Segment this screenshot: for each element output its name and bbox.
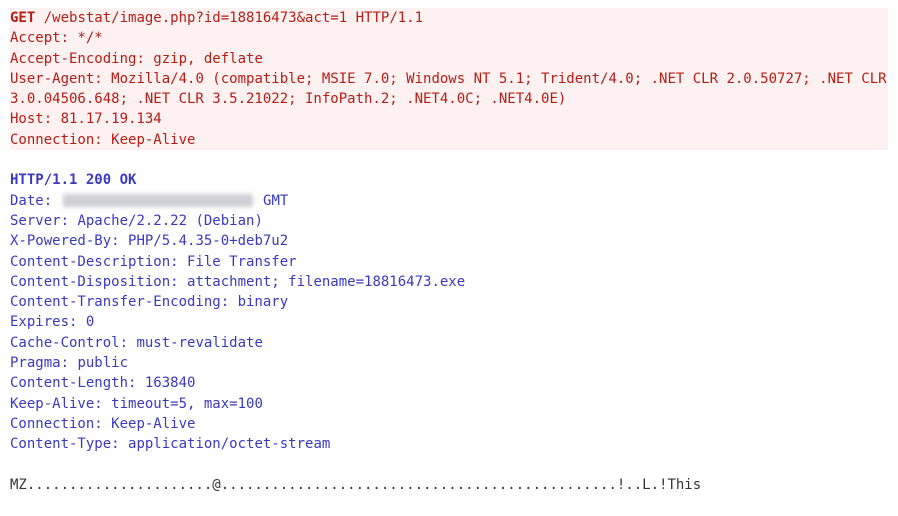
response-header-line: Server: Apache/2.2.22 (Debian): [10, 211, 888, 231]
header-name: Connection: [10, 416, 94, 432]
header-name: Content-Disposition: [10, 274, 170, 290]
response-header-line: Keep-Alive: timeout=5, max=100: [10, 394, 888, 414]
response-header-line: X-Powered-By: PHP/5.4.35-0+deb7u2: [10, 231, 888, 251]
response-header-line: Content-Length: 163840: [10, 373, 888, 393]
response-header-line: Pragma: public: [10, 353, 888, 373]
header-name: Accept: [10, 30, 61, 46]
request-header-line: Accept: */*: [10, 28, 888, 48]
response-header-line: Connection: Keep-Alive: [10, 414, 888, 434]
header-name: Content-Length: [10, 375, 128, 391]
header-value: public: [77, 355, 128, 371]
header-value: binary: [238, 294, 289, 310]
request-method: GET: [10, 10, 35, 26]
header-value: application/octet-stream: [128, 436, 330, 452]
header-value: 0: [86, 314, 94, 330]
header-value: */*: [77, 30, 102, 46]
header-name: X-Powered-By: [10, 233, 111, 249]
header-value: 81.17.19.134: [61, 111, 162, 127]
header-value: attachment; filename=18816473.exe: [187, 274, 465, 290]
header-value: Mozilla/4.0 (compatible; MSIE 7.0; Windo…: [10, 71, 887, 107]
response-body-preview: MZ......................@...............…: [10, 475, 888, 495]
header-name: Content-Type: [10, 436, 111, 452]
http-response-block: HTTP/1.1 200 OK Date: GMT Server: Apache…: [10, 170, 888, 454]
request-line: GET /webstat/image.php?id=18816473&act=1…: [10, 8, 888, 28]
request-header-line: Accept-Encoding: gzip, deflate: [10, 49, 888, 69]
header-name: Connection: [10, 132, 94, 148]
header-value: Apache/2.2.22 (Debian): [77, 213, 262, 229]
header-value: PHP/5.4.35-0+deb7u2: [128, 233, 288, 249]
response-header-line: Content-Disposition: attachment; filenam…: [10, 272, 888, 292]
http-request-block: GET /webstat/image.php?id=18816473&act=1…: [10, 8, 888, 150]
response-header-line: Content-Transfer-Encoding: binary: [10, 292, 888, 312]
response-header-line: Expires: 0: [10, 312, 888, 332]
header-name: Content-Transfer-Encoding: [10, 294, 221, 310]
response-status-line: HTTP/1.1 200 OK: [10, 170, 888, 190]
header-value: gzip, deflate: [153, 51, 263, 67]
request-protocol: HTTP/1.1: [356, 10, 423, 26]
blank-line: [10, 455, 888, 475]
header-value: Keep-Alive: [111, 132, 195, 148]
request-header-line: Connection: Keep-Alive: [10, 130, 888, 150]
header-value: File Transfer: [187, 254, 297, 270]
header-name: Expires: [10, 314, 69, 330]
response-header-line: Date: GMT: [10, 191, 888, 211]
response-header-line: Content-Description: File Transfer: [10, 252, 888, 272]
header-name: Server: [10, 213, 61, 229]
header-name: User-Agent: [10, 71, 94, 87]
header-name: Keep-Alive: [10, 396, 94, 412]
response-header-line: Content-Type: application/octet-stream: [10, 434, 888, 454]
header-name: Date: [10, 193, 44, 209]
status-text: HTTP/1.1 200 OK: [10, 172, 136, 188]
header-name: Content-Description: [10, 254, 170, 270]
header-value: timeout=5, max=100: [111, 396, 263, 412]
header-value: Keep-Alive: [111, 416, 195, 432]
request-path: /webstat/image.php?id=18816473&act=1: [44, 10, 347, 26]
header-name: Accept-Encoding: [10, 51, 136, 67]
header-value: 163840: [145, 375, 196, 391]
redacted-date: [63, 194, 253, 207]
header-name: Cache-Control: [10, 335, 120, 351]
request-header-line: Host: 81.17.19.134: [10, 109, 888, 129]
header-value: must-revalidate: [136, 335, 262, 351]
blank-line: [10, 150, 888, 170]
header-name: Pragma: [10, 355, 61, 371]
response-header-line: Cache-Control: must-revalidate: [10, 333, 888, 353]
header-name: Host: [10, 111, 44, 127]
request-header-line: User-Agent: Mozilla/4.0 (compatible; MSI…: [10, 69, 888, 110]
header-suffix: GMT: [263, 193, 288, 209]
